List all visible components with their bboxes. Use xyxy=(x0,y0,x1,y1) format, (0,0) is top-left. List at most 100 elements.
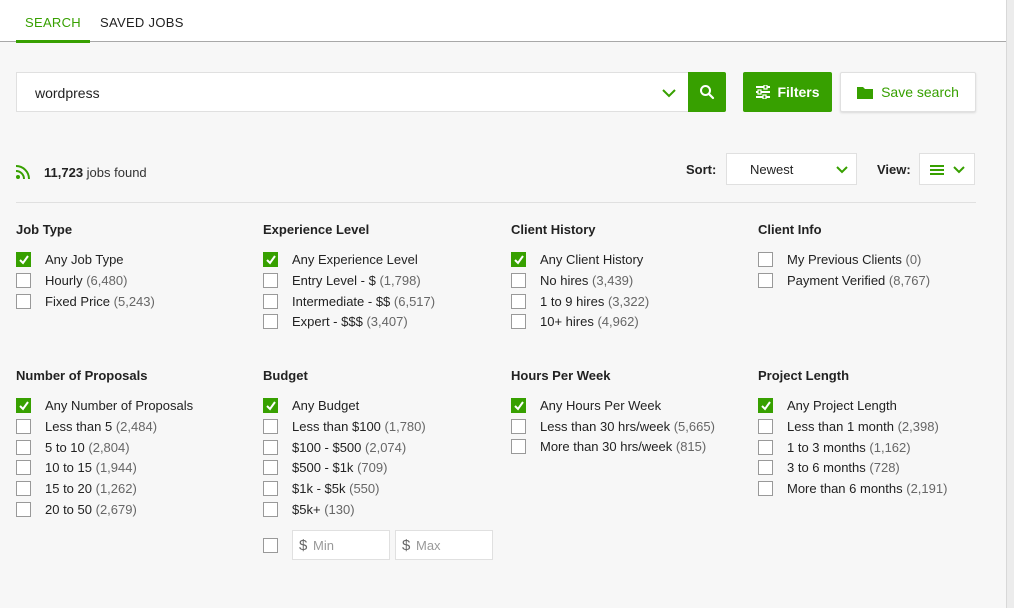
filter-option-label: 20 to 50 xyxy=(45,501,92,517)
checkbox[interactable] xyxy=(16,460,31,476)
filter-option-10-hires[interactable]: 10+ hires (4,962) xyxy=(511,314,751,335)
filter-option-less-than-5[interactable]: Less than 5 (2,484) xyxy=(16,418,256,440)
filter-option-payment-verified[interactable]: Payment Verified (8,767) xyxy=(758,272,998,294)
results-count: 11,723 jobs found xyxy=(44,165,147,180)
filter-option-1-to-3-months[interactable]: 1 to 3 months (1,162) xyxy=(758,439,998,461)
checkbox-checked[interactable] xyxy=(16,398,31,413)
filter-option-less-than-1-month[interactable]: Less than 1 month (2,398) xyxy=(758,418,998,440)
budget-custom-checkbox[interactable] xyxy=(263,538,278,553)
search-input[interactable] xyxy=(35,84,635,102)
filter-option-1-to-9-hires[interactable]: 1 to 9 hires (3,322) xyxy=(511,293,751,315)
checkbox[interactable] xyxy=(511,438,526,454)
checkbox[interactable] xyxy=(511,272,526,288)
checkbox[interactable] xyxy=(263,460,278,476)
rss-icon[interactable] xyxy=(16,165,30,179)
checkbox[interactable] xyxy=(16,439,31,455)
filter-option-15-to-20[interactable]: 15 to 20 (1,262) xyxy=(16,481,256,502)
checkbox-checked[interactable] xyxy=(263,252,278,267)
checkbox[interactable] xyxy=(758,481,773,497)
filter-option-10-to-15[interactable]: 10 to 15 (1,944) xyxy=(16,460,256,481)
filter-option-intermediate[interactable]: Intermediate - $$ (6,517) xyxy=(263,293,503,315)
filter-option-any-job-type[interactable]: Any Job Type xyxy=(16,252,256,273)
checkbox[interactable] xyxy=(263,314,278,330)
checkmark-icon xyxy=(761,401,771,411)
budget-max-field[interactable]: $ xyxy=(395,530,493,560)
checkbox[interactable] xyxy=(16,481,31,497)
checkbox-checked[interactable] xyxy=(16,252,31,267)
view-select[interactable] xyxy=(919,153,975,185)
filter-option-count: (1,162) xyxy=(869,439,911,455)
checkbox[interactable] xyxy=(758,252,773,267)
checkbox[interactable] xyxy=(263,501,278,517)
filter-option-label: Any Hours Per Week xyxy=(540,398,662,413)
checkbox[interactable] xyxy=(758,439,773,455)
filter-option-more-than-30-hrs-week[interactable]: More than 30 hrs/week (815) xyxy=(511,438,741,460)
filter-option-label: 1 to 9 hires xyxy=(540,293,605,309)
checkbox[interactable] xyxy=(263,293,278,309)
search-button[interactable] xyxy=(688,72,726,112)
filter-option-500-1k[interactable]: $500 - $1k (709) xyxy=(263,460,503,481)
budget-min-field[interactable]: $ xyxy=(292,530,390,560)
filters-button[interactable]: Filters xyxy=(743,72,832,112)
filter-option-entry-level[interactable]: Entry Level - $ (1,798) xyxy=(263,272,503,294)
filter-option-count: (3,322) xyxy=(607,293,650,309)
budget-min-input[interactable] xyxy=(313,538,383,553)
checkbox-checked[interactable] xyxy=(511,398,526,413)
filter-option-100-500[interactable]: $100 - $500 (2,074) xyxy=(263,439,503,461)
checkbox[interactable] xyxy=(263,481,278,497)
filter-option-5k[interactable]: $5k+ (130) xyxy=(263,501,503,523)
filter-option-more-than-6-months[interactable]: More than 6 months (2,191) xyxy=(758,481,998,502)
checkbox[interactable] xyxy=(511,418,526,434)
checkbox[interactable] xyxy=(263,272,278,288)
filter-group-title: Client History xyxy=(511,222,596,237)
checkmark-icon xyxy=(19,401,29,411)
chevron-down-icon[interactable] xyxy=(661,86,677,100)
filter-group-number-of-proposals: Number of Proposals Any Number of Proposa… xyxy=(16,368,256,523)
save-search-button[interactable]: Save search xyxy=(840,72,976,112)
checkbox[interactable] xyxy=(16,418,31,434)
filter-option-label: Any Budget xyxy=(292,398,360,413)
filter-option-any-number-of-proposals[interactable]: Any Number of Proposals xyxy=(16,398,256,419)
sort-select[interactable]: Newest xyxy=(726,153,857,185)
tab-search[interactable]: SEARCH xyxy=(16,15,90,43)
checkbox-checked[interactable] xyxy=(263,398,278,413)
filter-option-1k-5k[interactable]: $1k - $5k (550) xyxy=(263,481,503,502)
checkbox[interactable] xyxy=(511,293,526,309)
filter-option-hourly[interactable]: Hourly (6,480) xyxy=(16,272,256,294)
filter-option-any-experience-level[interactable]: Any Experience Level xyxy=(263,252,503,273)
checkbox[interactable] xyxy=(758,272,773,288)
filter-option-any-client-history[interactable]: Any Client History xyxy=(511,252,751,273)
filter-option-label: 10 to 15 xyxy=(45,460,92,476)
filter-group-experience-level: Experience Level Any Experience Level Entr… xyxy=(263,222,503,335)
filter-option-no-hires[interactable]: No hires (3,439) xyxy=(511,272,751,294)
filter-option-my-previous-clients[interactable]: My Previous Clients (0) xyxy=(758,252,998,273)
filter-option-3-to-6-months[interactable]: 3 to 6 months (728) xyxy=(758,460,998,481)
filter-option-fixed-price[interactable]: Fixed Price (5,243) xyxy=(16,293,256,315)
checkbox-checked[interactable] xyxy=(758,398,773,413)
filter-option-less-than-100[interactable]: Less than $100 (1,780) xyxy=(263,418,503,440)
filter-option-any-hours-per-week[interactable]: Any Hours Per Week xyxy=(511,398,741,419)
filter-option-label: My Previous Clients xyxy=(787,252,902,267)
checkbox[interactable] xyxy=(16,501,31,517)
checkbox[interactable] xyxy=(758,418,773,434)
checkbox-checked[interactable] xyxy=(511,252,526,267)
filter-option-20-to-50[interactable]: 20 to 50 (2,679) xyxy=(16,501,256,523)
checkbox[interactable] xyxy=(511,314,526,330)
checkbox[interactable] xyxy=(16,293,31,309)
filter-option-expert[interactable]: Expert - $$$ (3,407) xyxy=(263,314,503,335)
page-scrollbar[interactable] xyxy=(1006,0,1014,608)
checkbox[interactable] xyxy=(758,460,773,476)
filter-option-less-than-30-hrs-week[interactable]: Less than 30 hrs/week (5,665) xyxy=(511,417,741,437)
checkbox[interactable] xyxy=(16,272,31,288)
filter-option-any-budget[interactable]: Any Budget xyxy=(263,398,503,419)
filter-option-label: 10+ hires xyxy=(540,314,594,330)
checkbox[interactable] xyxy=(263,418,278,434)
tab-saved-jobs[interactable]: SAVED JOBS xyxy=(100,15,184,30)
filter-option-label: More than 30 hrs/week xyxy=(540,438,673,454)
filter-option-count: (0) xyxy=(905,252,922,267)
filter-option-5-to-10[interactable]: 5 to 10 (2,804) xyxy=(16,439,256,461)
chevron-down-icon xyxy=(953,166,965,174)
filter-option-any-project-length[interactable]: Any Project Length xyxy=(758,398,998,419)
budget-max-input[interactable] xyxy=(416,538,486,553)
checkbox[interactable] xyxy=(263,439,278,455)
